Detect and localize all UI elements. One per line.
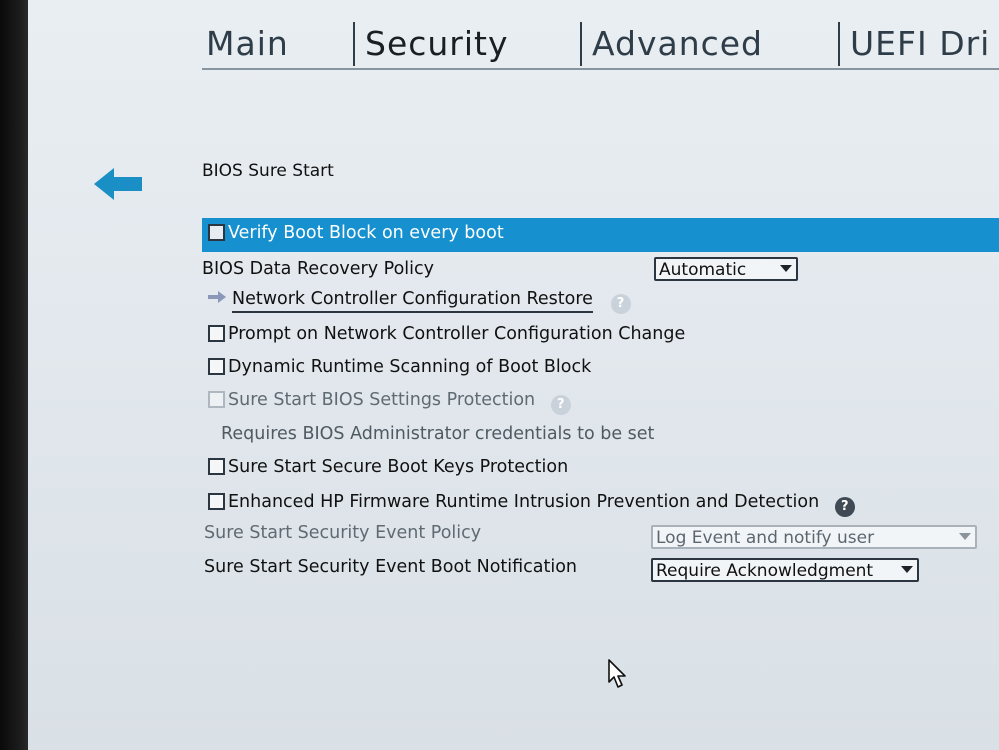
verify-boot-block-label: Verify Boot Block on every boot — [228, 223, 504, 243]
tab-divider — [580, 22, 582, 66]
arrow-right-icon — [208, 291, 226, 303]
settings-protection-checkbox — [208, 391, 225, 408]
tab-main[interactable]: Main — [206, 24, 289, 64]
secure-boot-keys-option[interactable]: Sure Start Secure Boot Keys Protection — [208, 457, 568, 477]
dynamic-scanning-option[interactable]: Dynamic Runtime Scanning of Boot Block — [208, 357, 591, 377]
arrow-left-icon[interactable] — [94, 167, 142, 201]
data-recovery-policy-label: BIOS Data Recovery Policy — [202, 259, 435, 279]
help-icon[interactable]: ? — [550, 395, 571, 415]
verify-boot-block-option[interactable]: Verify Boot Block on every boot — [208, 223, 504, 243]
event-policy-label: Sure Start Security Event Policy — [204, 523, 482, 543]
settings-protection-label: Sure Start BIOS Settings Protection — [228, 390, 536, 410]
secure-boot-keys-checkbox[interactable] — [208, 458, 225, 475]
dynamic-scanning-label: Dynamic Runtime Scanning of Boot Block — [228, 357, 592, 377]
settings-protection-option: Sure Start BIOS Settings Protection ? — [208, 390, 571, 415]
data-recovery-policy-select[interactable]: Automatic — [654, 257, 798, 281]
intrusion-prevention-label: Enhanced HP Firmware Runtime Intrusion P… — [228, 492, 820, 512]
tab-advanced[interactable]: Advanced — [592, 24, 763, 64]
page-title: BIOS Sure Start — [202, 161, 334, 181]
help-icon[interactable]: ? — [834, 497, 855, 517]
boot-notification-select[interactable]: Require Acknowledgment — [651, 558, 919, 582]
chevron-down-icon — [901, 566, 913, 573]
event-policy-select: Log Event and notify user — [651, 525, 977, 549]
intrusion-prevention-checkbox[interactable] — [208, 493, 225, 510]
tab-underline — [202, 68, 999, 70]
chevron-down-icon — [959, 533, 971, 540]
chevron-down-icon — [780, 265, 792, 272]
network-restore-link[interactable]: Network Controller Configuration Restore — [232, 289, 593, 313]
tab-uefi-drivers[interactable]: UEFI Dri — [850, 24, 990, 64]
boot-notification-label: Sure Start Security Event Boot Notificat… — [204, 557, 578, 577]
prompt-network-change-checkbox[interactable] — [208, 325, 225, 342]
data-recovery-policy-value: Automatic — [659, 260, 747, 280]
event-policy-value: Log Event and notify user — [656, 528, 875, 548]
tab-divider — [838, 22, 840, 66]
verify-boot-block-checkbox[interactable] — [208, 224, 225, 241]
help-icon[interactable]: ? — [610, 294, 631, 314]
tab-bar: Main Security Advanced UEFI Dri — [202, 14, 999, 70]
prompt-network-change-label: Prompt on Network Controller Configurati… — [228, 324, 686, 344]
dynamic-scanning-checkbox[interactable] — [208, 358, 225, 375]
admin-credentials-note: Requires BIOS Administrator credentials … — [221, 424, 655, 444]
network-restore-option[interactable]: Network Controller Configuration Restore… — [208, 289, 631, 314]
tab-divider — [353, 22, 355, 66]
boot-notification-value: Require Acknowledgment — [656, 561, 874, 581]
prompt-network-change-option[interactable]: Prompt on Network Controller Configurati… — [208, 324, 685, 344]
tab-security[interactable]: Security — [365, 24, 509, 64]
monitor-bezel — [0, 0, 28, 750]
intrusion-prevention-option[interactable]: Enhanced HP Firmware Runtime Intrusion P… — [208, 492, 855, 517]
mouse-pointer-icon — [608, 659, 626, 688]
secure-boot-keys-label: Sure Start Secure Boot Keys Protection — [228, 457, 569, 477]
